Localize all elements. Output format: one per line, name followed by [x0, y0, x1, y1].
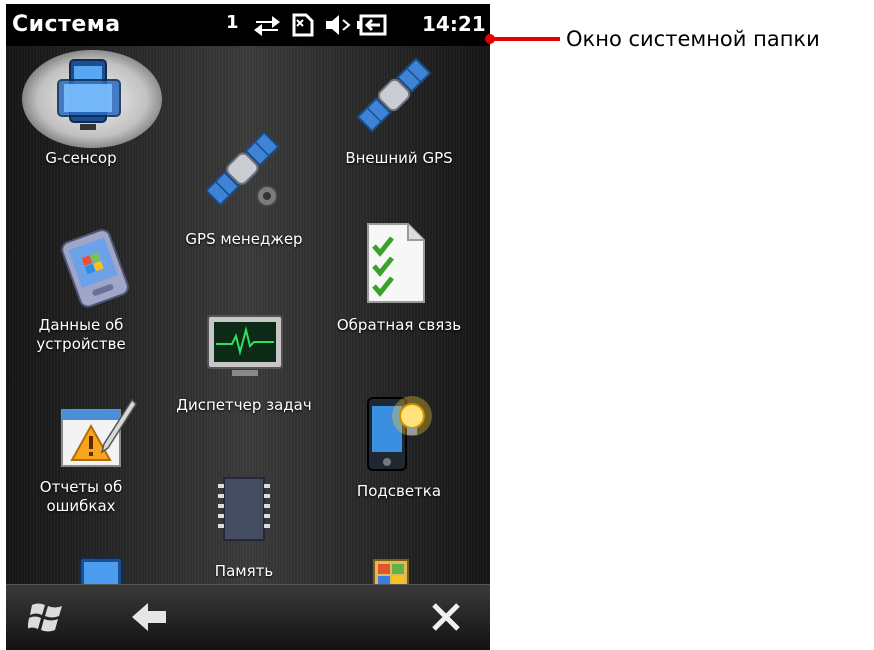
- checklist-document-icon: [367, 223, 425, 303]
- app-g-sensor[interactable]: G-сенсор: [6, 46, 162, 176]
- app-gps-manager[interactable]: GPS менеджер: [169, 126, 319, 256]
- volume-muted-icon[interactable]: [324, 12, 352, 43]
- error-report-icon: [61, 398, 137, 467]
- app-label: Обратная связь: [336, 316, 462, 334]
- app-backlight[interactable]: Подсветка: [324, 394, 474, 524]
- app-label: Память: [214, 562, 274, 580]
- callout-label: Окно системной папки: [566, 27, 820, 51]
- window-icon: [373, 559, 409, 584]
- app-label: Данные об устройстве: [36, 316, 126, 353]
- memory-chip-icon: [218, 477, 270, 541]
- app-label: Диспетчер задач: [176, 396, 312, 414]
- folder-title: Система: [12, 12, 121, 37]
- app-label: Внешний GPS: [345, 149, 453, 167]
- apps-grid: G-сенсор Внешний GPS GPS менеджер Данные…: [6, 46, 490, 584]
- app-error-reports[interactable]: Отчеты об ошибках: [6, 396, 156, 536]
- satellite-gear-icon: [205, 131, 280, 207]
- data-sync-icon[interactable]: [252, 12, 282, 43]
- windows-start-icon[interactable]: [27, 599, 68, 640]
- callout-line: [490, 37, 560, 41]
- clock[interactable]: 14:21: [422, 12, 486, 36]
- sim-icon[interactable]: [288, 12, 316, 43]
- backlight-icon: [367, 396, 432, 471]
- device-info-icon: [61, 229, 129, 308]
- app-label: Подсветка: [356, 482, 442, 500]
- app-external-gps[interactable]: Внешний GPS: [324, 46, 474, 176]
- satellite-icon: [356, 57, 432, 133]
- back-arrow-icon[interactable]: [130, 601, 168, 638]
- task-manager-monitor-icon: [207, 315, 283, 376]
- app-feedback[interactable]: Обратная связь: [324, 216, 474, 346]
- app-device-info[interactable]: Данные об устройстве: [6, 226, 156, 366]
- signal-indicator[interactable]: 1: [226, 12, 239, 33]
- status-bar: Система 1 14:21: [6, 4, 490, 46]
- g-sensor-icon: [57, 59, 121, 130]
- app-label: GPS менеджер: [185, 230, 303, 248]
- app-partial-left[interactable]: [6, 556, 156, 584]
- app-label: G-сенсор: [45, 149, 117, 167]
- device-screen: Система 1 14:21 G-сенсор Внешний GPS GPS…: [6, 4, 490, 650]
- close-icon[interactable]: [430, 601, 462, 638]
- app-partial-right[interactable]: [324, 556, 474, 584]
- screen-icon: [79, 557, 123, 584]
- battery-charging-icon[interactable]: [356, 12, 390, 43]
- bottom-softkey-bar: [6, 584, 490, 650]
- app-task-manager[interactable]: Диспетчер задач: [169, 314, 319, 444]
- app-label: Отчеты об ошибках: [39, 478, 123, 515]
- app-memory[interactable]: Память: [169, 476, 319, 584]
